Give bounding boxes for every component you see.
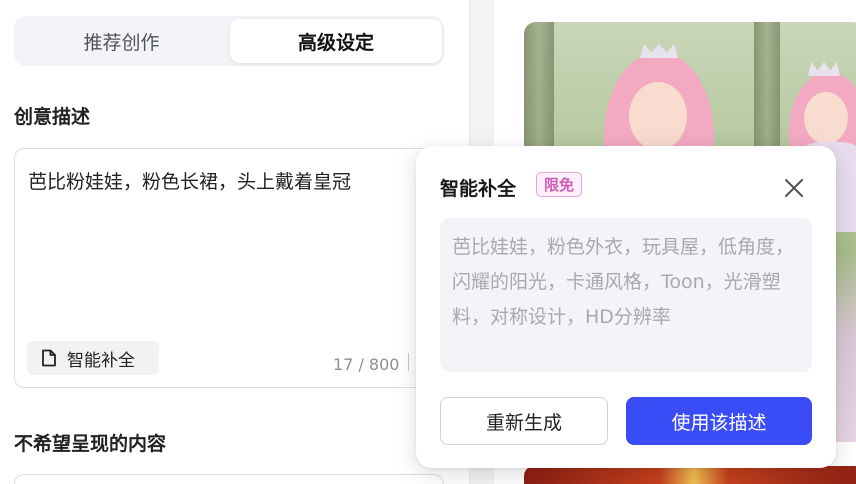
- smart-fill-popover: 智能补全 限免 芭比娃娃，粉色外衣，玩具屋，低角度，闪耀的阳光，卡通风格，Too…: [416, 146, 836, 468]
- use-description-button[interactable]: 使用该描述: [626, 397, 812, 445]
- generated-image[interactable]: [524, 466, 856, 484]
- divider: [408, 353, 409, 371]
- doll-face: [629, 82, 687, 150]
- mode-tabs: 推荐创作 高级设定: [14, 16, 444, 66]
- suggestion-text: 芭比娃娃，粉色外衣，玩具屋，低角度，闪耀的阳光，卡通风格，Toon，光滑塑料，对…: [440, 218, 812, 372]
- description-textarea[interactable]: 芭比粉娃娃，粉色长裙，头上戴着皇冠 智能补全 17 / 800: [14, 148, 454, 388]
- close-icon[interactable]: [780, 174, 808, 202]
- settings-panel: 推荐创作 高级设定 创意描述 芭比粉娃娃，粉色长裙，头上戴着皇冠 智能补全 17…: [0, 0, 470, 484]
- char-counter: 17 / 800: [333, 355, 400, 374]
- tab-advanced[interactable]: 高级设定: [230, 19, 442, 63]
- negative-title: 不希望呈现的内容: [14, 433, 167, 455]
- negative-textarea[interactable]: [14, 474, 444, 484]
- document-icon: [42, 349, 56, 367]
- doll-face: [804, 92, 848, 144]
- description-title: 创意描述: [14, 106, 91, 128]
- smart-fill-label: 智能补全: [67, 350, 135, 371]
- crown: [640, 44, 678, 58]
- popover-title: 智能补全: [440, 178, 517, 200]
- description-value[interactable]: 芭比粉娃娃，粉色长裙，头上戴着皇冠: [28, 167, 351, 194]
- regenerate-button[interactable]: 重新生成: [440, 397, 608, 445]
- tab-recommended[interactable]: 推荐创作: [14, 19, 229, 63]
- crown: [808, 62, 840, 76]
- free-badge: 限免: [536, 172, 583, 197]
- smart-fill-button[interactable]: 智能补全: [27, 341, 159, 375]
